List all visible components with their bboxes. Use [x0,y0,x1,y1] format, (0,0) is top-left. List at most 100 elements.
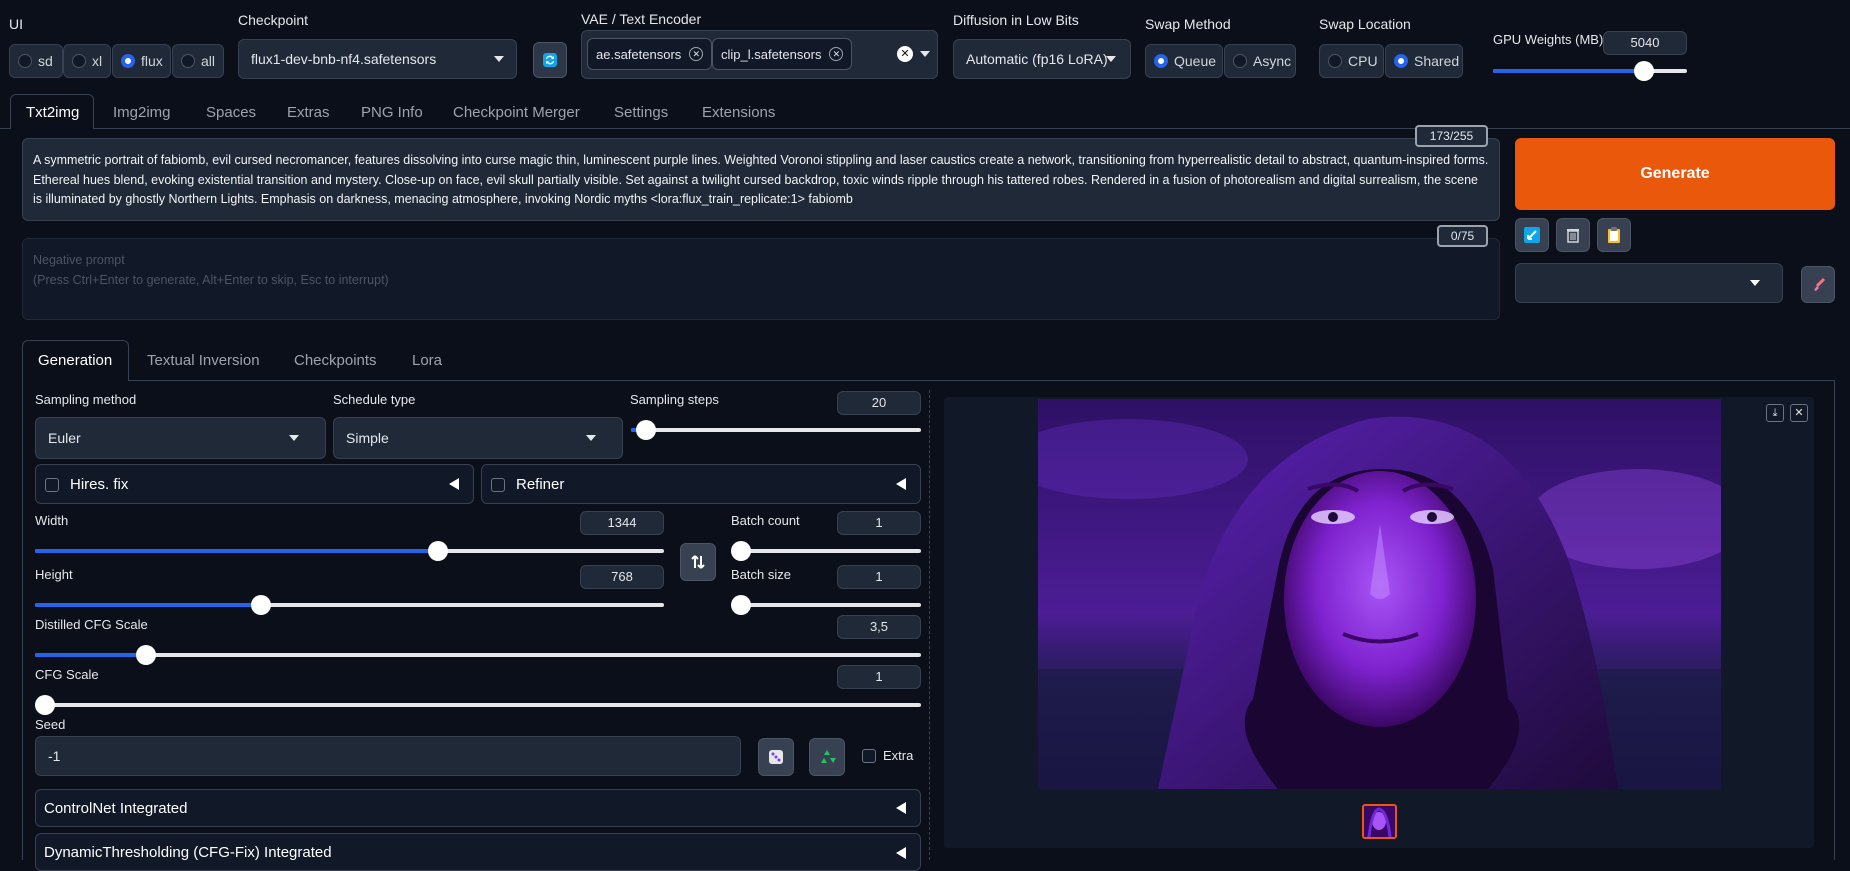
random-seed-button[interactable] [758,738,794,776]
slider-fill [35,549,438,553]
gpu-weights-slider[interactable] [1493,61,1687,81]
slider-knob[interactable] [731,595,751,615]
negative-token-counter: 0/75 [1437,225,1488,247]
close-icon[interactable]: ✕ [829,47,844,61]
dynthresh-accordion[interactable]: DynamicThresholding (CFG-Fix) Integrated [35,833,921,871]
swap-location-cpu[interactable]: CPU [1319,44,1384,78]
schedule-type-dropdown[interactable]: Simple [333,417,623,459]
swap-location-shared[interactable]: Shared [1385,44,1463,78]
generate-button[interactable]: Generate [1515,138,1835,210]
width-input[interactable]: 1344 [580,511,664,535]
batch-size-slider[interactable] [731,595,921,615]
edit-styles-button[interactable] [1801,266,1835,303]
swap-dimensions-button[interactable] [680,543,716,581]
download-button[interactable]: ⤓ [1766,404,1784,422]
controlnet-accordion[interactable]: ControlNet Integrated [35,789,921,827]
subtab-checkpoints[interactable]: Checkpoints [294,352,377,369]
batch-count-input[interactable]: 1 [837,511,921,535]
subtab-textual-inversion[interactable]: Textual Inversion [147,352,260,369]
tab-checkpoint-merger[interactable]: Checkpoint Merger [453,104,580,121]
collapse-arrow-icon [896,847,906,859]
brush-icon [1814,277,1826,291]
sampling-steps-slider[interactable] [631,420,921,440]
tab-txt2img[interactable]: Txt2img [26,104,79,121]
checkpoint-dropdown[interactable]: flux1-dev-bnb-nf4.safetensors [238,39,517,79]
apply-styles-button[interactable] [1515,218,1549,252]
cfg-scale-slider[interactable] [35,695,921,715]
ui-radio-all[interactable]: all [172,44,224,78]
subtab-generation[interactable]: Generation [38,352,112,369]
height-slider[interactable] [35,595,664,615]
ui-radio-xl[interactable]: xl [63,44,111,78]
extra-seed-checkbox[interactable] [862,749,876,763]
slider-knob[interactable] [635,420,656,440]
refresh-checkpoint-button[interactable] [533,42,567,78]
gpu-weights-label: GPU Weights (MB) [1493,32,1604,47]
width-slider[interactable] [35,541,664,561]
distilled-cfg-input[interactable]: 3,5 [837,615,921,639]
seed-input[interactable]: -1 [35,736,741,776]
radio-dot-icon [1394,54,1408,68]
tab-img2img[interactable]: Img2img [113,104,171,121]
close-icon[interactable]: ✕ [689,47,704,61]
tab-extras[interactable]: Extras [287,104,330,121]
chevron-down-icon[interactable] [920,51,930,57]
batch-count-slider[interactable] [731,541,921,561]
height-input[interactable]: 768 [580,565,664,589]
tab-png-info[interactable]: PNG Info [361,104,423,121]
slider-knob[interactable] [731,541,751,561]
ui-radio-flux[interactable]: flux [112,44,171,78]
seed-label: Seed [35,717,66,732]
close-gallery-button[interactable]: ✕ [1790,404,1808,422]
output-image[interactable] [1038,399,1721,789]
slider-knob[interactable] [35,695,55,715]
tab-settings[interactable]: Settings [614,104,668,121]
refiner-accordion[interactable]: Refiner [481,464,921,504]
sampling-steps-input[interactable]: 20 [837,391,921,415]
trash-icon [1567,229,1579,243]
negative-placeholder-1: Negative prompt [33,253,125,267]
cfg-scale-input[interactable]: 1 [837,665,921,689]
ui-radio-sd[interactable]: sd [9,44,63,78]
gpu-weights-input[interactable]: 5040 [1603,31,1687,55]
main-tabs-bar [0,128,1850,129]
panel-divider [929,390,930,860]
chevron-down-icon [586,435,596,441]
vae-clear-button[interactable]: ✕ [897,46,913,62]
slider-knob[interactable] [135,645,156,665]
hires-fix-checkbox[interactable] [45,478,59,492]
reuse-seed-button[interactable] [809,738,845,776]
swap-method-async[interactable]: Async [1224,44,1296,78]
tab-spaces[interactable]: Spaces [206,104,256,121]
clear-prompt-button[interactable] [1556,218,1590,252]
vae-chip-ae[interactable]: ae.safetensors ✕ [587,38,713,70]
arrow-icon [1524,227,1540,243]
styles-dropdown[interactable] [1515,263,1783,303]
chevron-down-icon [1106,56,1116,62]
subtab-lora[interactable]: Lora [412,352,442,369]
distilled-cfg-slider[interactable] [35,645,921,665]
vae-chip-clip[interactable]: clip_l.safetensors ✕ [712,38,853,70]
sampling-method-dropdown[interactable]: Euler [35,417,326,459]
swap-arrows-icon [691,555,705,569]
paste-button[interactable] [1597,218,1631,252]
refresh-icon [543,53,557,67]
batch-size-input[interactable]: 1 [837,565,921,589]
radio-dot-icon [1328,54,1342,68]
swap-method-queue[interactable]: Queue [1145,44,1223,78]
tab-extensions[interactable]: Extensions [702,104,775,121]
recycle-icon [821,750,836,763]
slider-knob[interactable] [427,541,448,561]
schedule-type-label: Schedule type [333,392,416,407]
slider-knob[interactable] [1634,61,1655,81]
chevron-down-icon [289,435,299,441]
gallery-thumbnail[interactable] [1362,804,1397,839]
refiner-checkbox[interactable] [491,478,505,492]
vae-label: VAE / Text Encoder [581,11,702,27]
negative-prompt-textarea[interactable]: Negative prompt (Press Ctrl+Enter to gen… [22,238,1500,320]
width-label: Width [35,513,69,528]
prompt-token-counter: 173/255 [1415,125,1488,147]
lowbits-dropdown[interactable]: Automatic (fp16 LoRA) [953,39,1131,79]
hires-fix-accordion[interactable]: Hires. fix [35,464,474,504]
prompt-textarea[interactable]: A symmetric portrait of fabiomb, evil cu… [22,138,1500,221]
